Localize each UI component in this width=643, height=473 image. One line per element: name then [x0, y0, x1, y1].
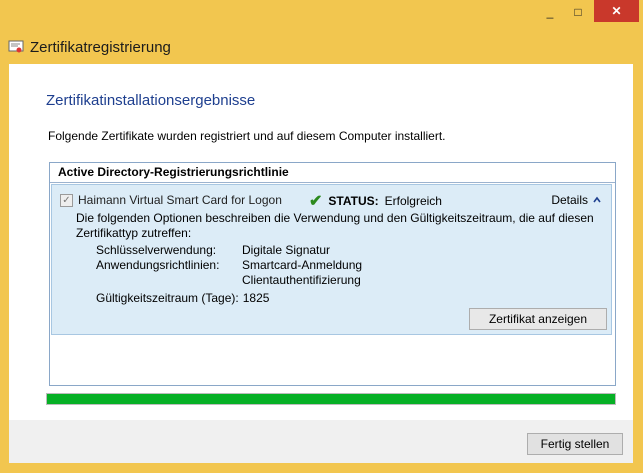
certificate-item: ✓ Haimann Virtual Smart Card for Logon ✔…	[51, 184, 612, 335]
certificate-name: Haimann Virtual Smart Card for Logon	[78, 193, 282, 207]
details-label: Details	[551, 193, 588, 207]
view-certificate-button[interactable]: Zertifikat anzeigen	[469, 308, 607, 330]
app-policies-row: Anwendungsrichtlinien: Smartcard-Anmeldu…	[96, 258, 362, 288]
certificate-checkbox[interactable]: ✓	[60, 193, 73, 207]
app-policy-value: Clientauthentifizierung	[242, 273, 361, 287]
status-value: Erfolgreich	[384, 194, 442, 208]
progress-bar	[46, 393, 616, 405]
key-usage-value: Digitale Signatur	[242, 243, 331, 257]
validity-value: 1825	[242, 291, 270, 305]
title-bar: _ □ ✕	[0, 0, 643, 30]
validity-row: Gültigkeitszeitraum (Tage): 1825	[96, 291, 269, 305]
description-line-2: Zertifikattyp zutreffen:	[76, 226, 192, 240]
content-area: Zertifikatinstallationsergebnisse Folgen…	[9, 64, 633, 420]
app-policies-label: Anwendungsrichtlinien:	[96, 258, 220, 272]
description-line-1: Die folgenden Optionen beschreiben die V…	[76, 211, 594, 225]
description: Die folgenden Optionen beschreiben die V…	[76, 211, 596, 241]
window: _ □ ✕ Zertifikatregistrierung Zertifikat…	[0, 0, 643, 473]
window-title: Zertifikatregistrierung	[30, 38, 171, 56]
intro-text: Folgende Zertifikate wurden registriert …	[48, 129, 446, 143]
status: ✔ STATUS: Erfolgreich	[309, 191, 442, 211]
close-button[interactable]: ✕	[594, 0, 639, 22]
progress-fill	[47, 394, 615, 404]
policy-group: Active Directory-Registrierungsrichtlini…	[49, 162, 616, 386]
key-usage-label: Schlüsselverwendung:	[96, 243, 217, 257]
certificate-icon	[8, 40, 24, 53]
chevron-up-icon	[593, 196, 601, 203]
policy-header: Active Directory-Registrierungsrichtlini…	[50, 163, 615, 183]
app-policy-value: Smartcard-Anmeldung	[242, 258, 363, 272]
checkmark-icon: ✔	[309, 193, 323, 210]
key-usage-row: Schlüsselverwendung: Digitale Signatur	[96, 243, 330, 257]
minimize-button[interactable]: _	[537, 0, 563, 24]
details-toggle[interactable]: Details	[551, 193, 601, 207]
app-policies-values: Smartcard-Anmeldung Clientauthentifizier…	[242, 258, 362, 288]
validity-label: Gültigkeitszeitraum (Tage):	[96, 291, 239, 305]
wizard-header: Zertifikatregistrierung	[0, 30, 643, 64]
certificate-checkbox-row: ✓ Haimann Virtual Smart Card for Logon	[60, 193, 282, 207]
finish-button[interactable]: Fertig stellen	[527, 433, 623, 455]
page-title: Zertifikatinstallationsergebnisse	[46, 92, 256, 109]
footer: Fertig stellen	[9, 420, 633, 463]
maximize-button[interactable]: □	[565, 0, 591, 24]
status-label: STATUS:	[328, 194, 379, 208]
